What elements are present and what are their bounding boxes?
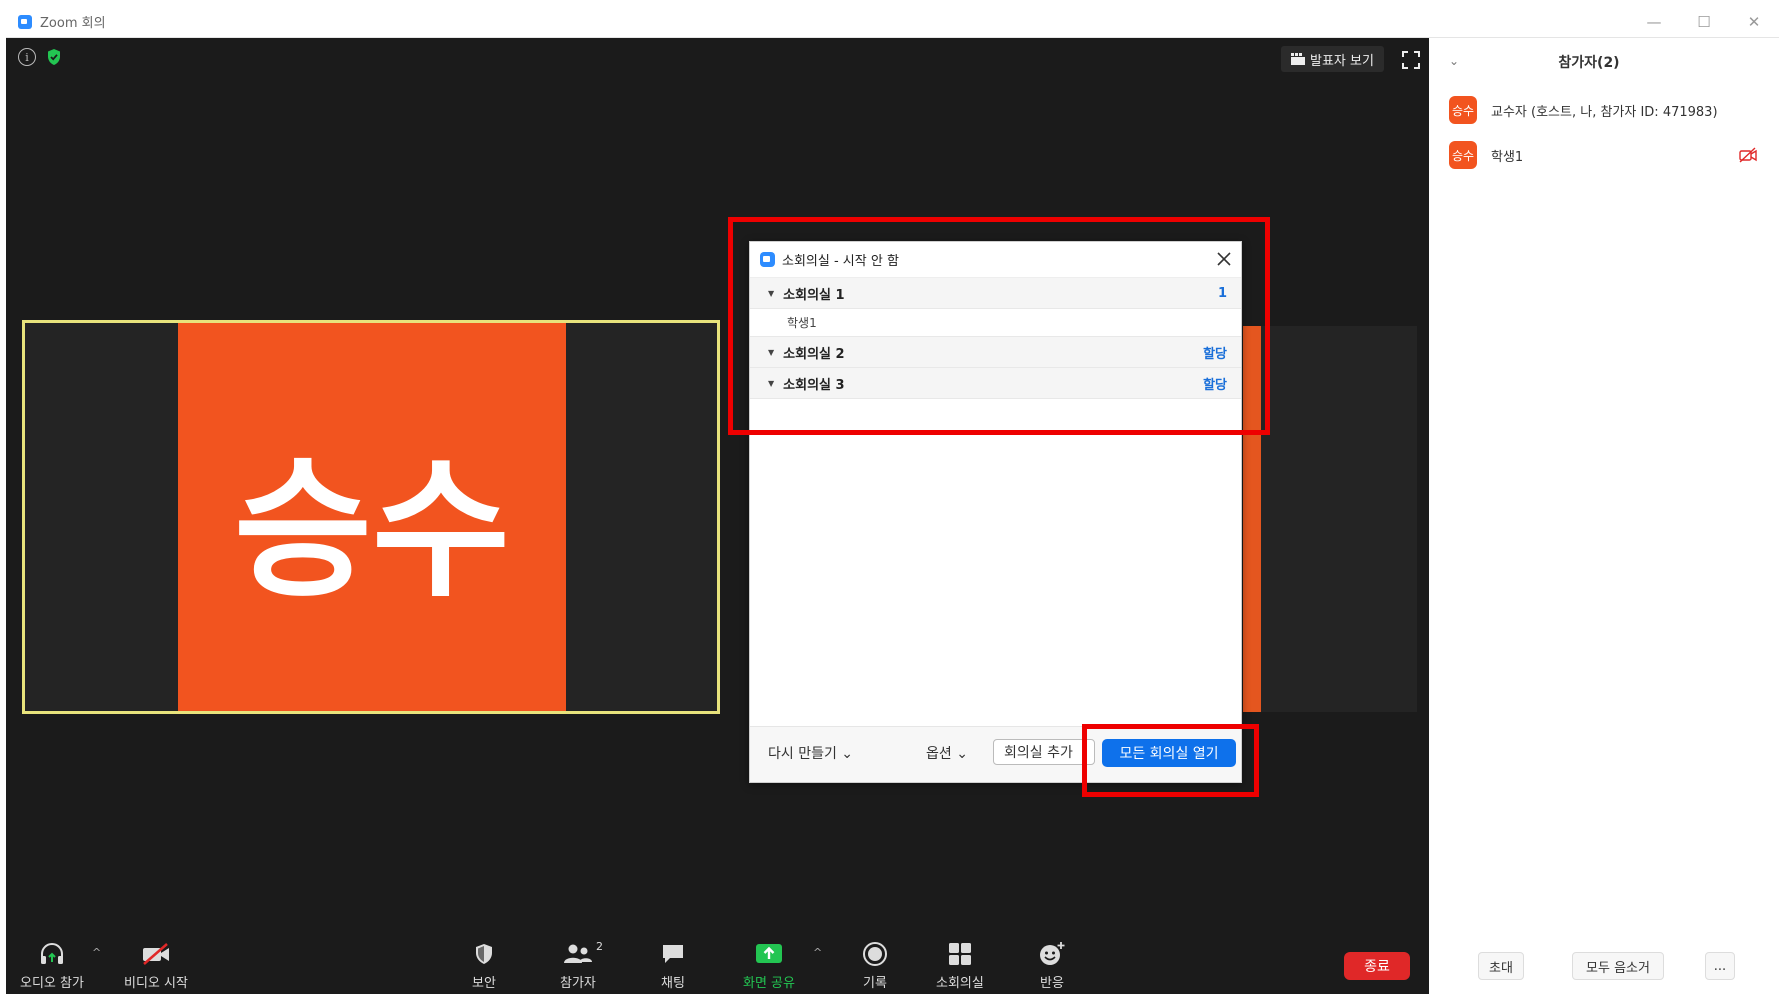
share-screen-icon — [755, 944, 782, 963]
end-meeting-button[interactable]: 종료 — [1344, 952, 1410, 980]
video-off-icon — [142, 943, 169, 965]
breakout-rooms-label: 소회의실 — [936, 976, 984, 991]
participants-panel: ⌄ 참가자(2) 승수 교수자 (호스트, 나, 참가자 ID: 471983)… — [1429, 38, 1779, 994]
window-title: Zoom 회의 — [40, 16, 106, 31]
participants-button[interactable]: 2 참가자 — [560, 940, 603, 991]
speaker-view-button[interactable]: 발표자 보기 — [1281, 46, 1384, 72]
participant-name: 교수자 (호스트, 나, 참가자 ID: 471983) — [1491, 104, 1718, 120]
zoom-window: Zoom 회의 — ☐ ✕ i 발표자 보기 승수 오디오 참가 ^ 비디오 시… — [0, 0, 1779, 994]
invite-button[interactable]: 초대 — [1478, 952, 1524, 980]
info-icon[interactable]: i — [18, 48, 36, 66]
chat-label: 채팅 — [661, 976, 685, 991]
participant-avatar: 승수 — [178, 323, 566, 711]
participants-label: 참가자 — [560, 976, 596, 991]
record-button[interactable]: 기록 — [862, 940, 888, 991]
reactions-label: 반응 — [1040, 976, 1064, 991]
participants-panel-header: ⌄ 참가자(2) — [1429, 50, 1779, 76]
participant-row[interactable]: 승수 학생1 — [1449, 141, 1769, 169]
chat-button[interactable]: 채팅 — [660, 940, 686, 991]
participant-row[interactable]: 승수 교수자 (호스트, 나, 참가자 ID: 471983) — [1449, 96, 1769, 124]
participants-icon — [563, 944, 592, 963]
more-options-button[interactable]: ... — [1705, 952, 1735, 980]
participants-count: 2 — [595, 940, 603, 953]
speaker-view-icon — [1291, 53, 1305, 65]
join-audio-button[interactable]: 오디오 참가 — [20, 940, 84, 991]
maximize-button[interactable]: ☐ — [1679, 6, 1729, 38]
security-button[interactable]: 보안 — [472, 940, 496, 991]
highlight-box-open-all — [1082, 724, 1259, 797]
options-dropdown[interactable]: 옵션 ⌄ — [926, 743, 968, 763]
headphone-icon — [40, 943, 63, 964]
title-bar: Zoom 회의 — ☐ ✕ — [6, 6, 1779, 38]
reaction-smile-icon — [1040, 942, 1065, 965]
close-window-button[interactable]: ✕ — [1729, 6, 1779, 38]
options-label: 옵션 — [926, 746, 952, 762]
active-speaker-tile[interactable]: 승수 — [22, 320, 720, 714]
add-room-button[interactable]: 회의실 추가 — [993, 739, 1095, 765]
breakout-rooms-icon — [948, 943, 971, 965]
speaker-view-label: 발표자 보기 — [1310, 53, 1374, 69]
participant-name: 학생1 — [1491, 149, 1524, 165]
start-video-label: 비디오 시작 — [124, 976, 188, 991]
video-off-icon — [1739, 147, 1757, 163]
fullscreen-icon[interactable] — [1402, 51, 1420, 69]
minimize-button[interactable]: — — [1629, 6, 1679, 38]
highlight-box-rooms — [728, 217, 1270, 435]
reactions-button[interactable]: 반응 — [1038, 940, 1066, 991]
record-label: 기록 — [863, 976, 887, 991]
share-screen-label: 화면 공유 — [743, 976, 795, 991]
share-options-caret[interactable]: ^ — [813, 946, 822, 959]
mute-all-button[interactable]: 모두 음소거 — [1572, 952, 1664, 980]
recreate-label: 다시 만들기 — [768, 746, 837, 762]
encryption-shield-icon[interactable] — [46, 48, 62, 66]
avatar: 승수 — [1449, 141, 1477, 169]
participants-panel-footer: 초대 모두 음소거 ... — [1429, 952, 1779, 982]
recreate-dropdown[interactable]: 다시 만들기 ⌄ — [768, 743, 853, 763]
zoom-app-icon — [18, 14, 32, 29]
share-screen-button[interactable]: 화면 공유 — [743, 940, 795, 991]
chat-icon — [663, 945, 683, 963]
meeting-top-icons: i — [18, 48, 62, 66]
join-audio-label: 오디오 참가 — [20, 976, 84, 991]
avatar: 승수 — [1449, 96, 1477, 124]
security-shield-icon — [475, 944, 492, 964]
record-icon — [863, 942, 887, 966]
participants-panel-title: 참가자(2) — [1558, 55, 1620, 71]
breakout-rooms-button[interactable]: 소회의실 — [936, 940, 984, 991]
meeting-toolbar: 오디오 참가 ^ 비디오 시작 보안 2 참가자 채팅 화면 공유 ^ 기록 소… — [6, 936, 1429, 994]
window-controls: — ☐ ✕ — [1629, 6, 1779, 38]
start-video-button[interactable]: 비디오 시작 — [124, 940, 188, 991]
audio-options-caret[interactable]: ^ — [92, 946, 101, 959]
security-label: 보안 — [472, 976, 496, 991]
